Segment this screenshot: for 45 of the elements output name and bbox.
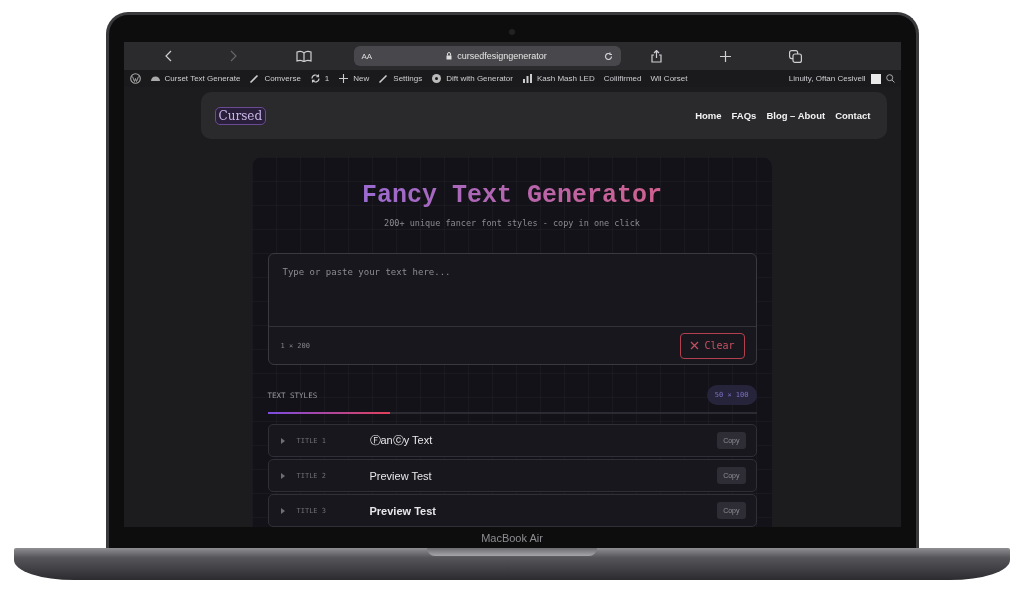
style-preview: Preview Test (369, 469, 432, 482)
address-bar[interactable]: AA cursedfesigngenerator (353, 46, 621, 66)
new-tab-icon[interactable] (719, 50, 731, 62)
admin-bar-link[interactable]: Curset Text Generate (164, 74, 241, 83)
user-name[interactable]: Linuity, Oftan Cesivell (788, 74, 866, 83)
nav-link[interactable]: Contact (835, 110, 871, 121)
admin-bar-link[interactable]: Wil Corset (650, 74, 688, 83)
bar-chart-icon (521, 73, 533, 84)
caret-icon[interactable] (280, 507, 285, 514)
model-label: MacBook Air (481, 531, 543, 544)
sync-icon (309, 73, 321, 84)
admin-bar-link[interactable]: Settings (393, 74, 423, 83)
caret-icon[interactable] (280, 437, 285, 444)
plus-icon (338, 73, 350, 84)
style-preview: Ⓕanⓒy Text (369, 433, 433, 448)
forward-icon[interactable] (229, 50, 238, 62)
reload-icon[interactable] (603, 51, 613, 61)
admin-bar-link[interactable]: Kash Mash LED (536, 74, 595, 83)
url-text: cursedfesigngenerator (457, 51, 548, 61)
pencil-icon (378, 73, 390, 84)
search-icon[interactable] (885, 74, 895, 83)
admin-bar-link[interactable]: New (353, 74, 370, 83)
caret-icon[interactable] (280, 472, 285, 479)
clear-button[interactable]: Clear (680, 332, 745, 359)
disc-icon (431, 73, 443, 84)
nav-link[interactable]: FAQs (731, 110, 757, 121)
back-icon[interactable] (163, 50, 172, 62)
pencil-icon (249, 73, 261, 84)
subtitle: 200+ unique fancer font styles - copy in one click (384, 218, 640, 228)
avatar-icon[interactable] (870, 73, 881, 84)
admin-bar-link[interactable]: Coiiifirmed (603, 74, 642, 83)
text-size-button[interactable]: AA (361, 51, 373, 61)
logo[interactable]: Cursed (214, 106, 267, 125)
admin-bar-link[interactable]: 1 (324, 74, 330, 83)
nav-link[interactable]: Home (695, 110, 722, 121)
lock-icon (446, 52, 453, 60)
style-preview: Preview Test (369, 504, 436, 517)
book-icon[interactable] (295, 50, 312, 62)
tabs-icon[interactable] (788, 49, 802, 63)
admin-bar-link[interactable]: Dift with Generator (446, 74, 513, 83)
close-icon (690, 341, 700, 350)
wordpress-icon[interactable] (129, 73, 141, 84)
admin-bar-link[interactable]: Comverse (264, 74, 301, 83)
share-icon[interactable] (650, 49, 662, 63)
nav-link[interactable]: Blog – About (766, 110, 826, 121)
